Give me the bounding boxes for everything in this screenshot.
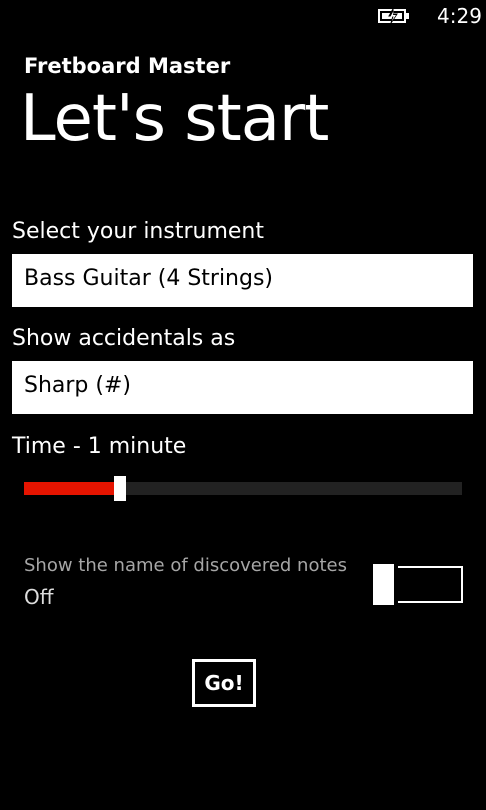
show-names-state: Off (24, 585, 54, 609)
screen: 4:29 Fretboard Master Let's start Select… (0, 0, 486, 810)
accidentals-picker[interactable]: Sharp (#) (12, 361, 473, 414)
slider-thumb[interactable] (114, 476, 126, 501)
accidentals-label: Show accidentals as (12, 326, 236, 351)
instrument-label: Select your instrument (12, 219, 264, 244)
go-button[interactable]: Go! (192, 659, 256, 707)
instrument-picker[interactable]: Bass Guitar (4 Strings) (12, 254, 473, 307)
accidentals-picker-value: Sharp (#) (24, 373, 131, 398)
show-names-toggle[interactable] (373, 564, 463, 605)
time-label: Time - 1 minute (12, 434, 187, 459)
instrument-picker-value: Bass Guitar (4 Strings) (24, 266, 274, 291)
toggle-knob[interactable] (373, 564, 398, 605)
status-time: 4:29 (437, 4, 482, 28)
page-title: Let's start (20, 82, 329, 156)
status-bar: 4:29 (0, 0, 486, 34)
show-names-caption: Show the name of discovered notes (24, 555, 347, 576)
time-slider[interactable] (24, 476, 462, 501)
slider-fill (24, 482, 116, 495)
battery-charging-icon (378, 8, 409, 24)
app-title: Fretboard Master (24, 54, 231, 78)
